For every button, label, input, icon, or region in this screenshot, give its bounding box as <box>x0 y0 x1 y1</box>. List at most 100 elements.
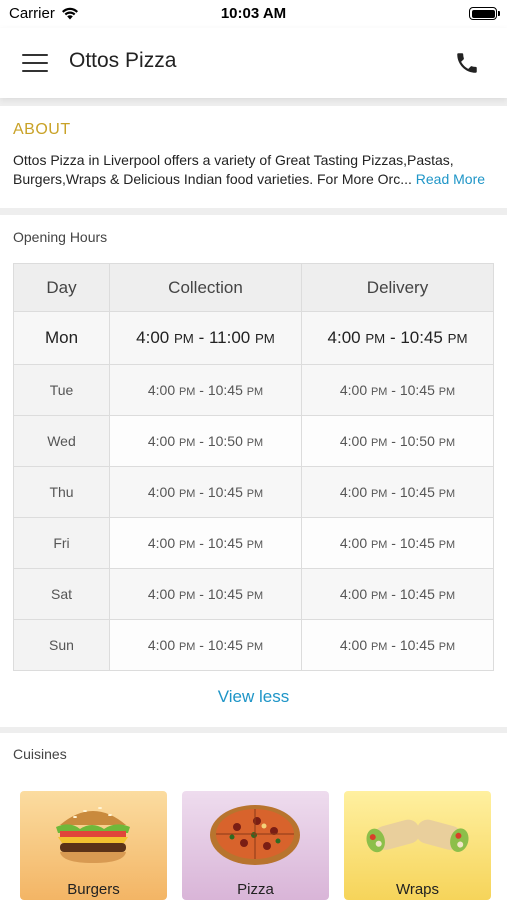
d-open-time: 4:00 <box>339 535 368 551</box>
d-close-ampm: PM <box>438 590 456 602</box>
collection-hours-cell: 4:00 PM - 10:45 PM <box>109 466 302 518</box>
column-header-collection: Collection <box>109 263 302 312</box>
d-open-ampm: PM <box>371 590 388 602</box>
d-open-ampm: PM <box>365 331 386 346</box>
c-close-time: 11:00 <box>208 328 251 347</box>
c-open-ampm: PM <box>179 641 196 653</box>
c-close-time: 10:45 <box>207 382 243 398</box>
about-line-1: Ottos Pizza in Liverpool offers a variet… <box>13 152 454 168</box>
day-cell: Fri <box>13 517 110 569</box>
column-header-delivery: Delivery <box>301 263 494 312</box>
cuisines-heading: Cuisines <box>13 746 67 762</box>
d-open-ampm: PM <box>371 539 388 551</box>
cuisine-label-burgers: Burgers <box>67 881 120 898</box>
collection-hours-cell: 4:00 PM - 10:45 PM <box>109 568 302 620</box>
section-divider <box>0 727 507 733</box>
d-close-ampm: PM <box>447 331 468 346</box>
delivery-hours-cell: 4:00 PM - 10:45 PM <box>301 568 494 620</box>
hamburger-menu-icon[interactable] <box>22 52 48 74</box>
table-row: Wed 4:00 PM - 10:50 PM 4:00 PM - 10:50 PM <box>13 415 494 467</box>
d-open-time: 4:00 <box>339 484 368 500</box>
c-close-time: 10:45 <box>207 535 243 551</box>
battery-icon <box>469 7 500 20</box>
d-close-time: 10:45 <box>399 535 435 551</box>
opening-hours-heading: Opening Hours <box>13 229 108 245</box>
cuisine-card-burgers[interactable]: Burgers <box>20 791 167 900</box>
c-close-time: 10:45 <box>207 484 243 500</box>
d-close-time: 10:50 <box>399 433 435 449</box>
about-description: Ottos Pizza in Liverpool offers a variet… <box>13 151 494 189</box>
c-open-ampm: PM <box>179 488 196 500</box>
opening-hours-table: Day Collection Delivery Mon 4:00 PM - 11:… <box>13 263 494 671</box>
c-close-time: 10:45 <box>207 637 243 653</box>
collection-hours-cell: 4:00 PM - 10:50 PM <box>109 415 302 467</box>
d-close-ampm: PM <box>438 488 456 500</box>
c-open-ampm: PM <box>173 331 194 346</box>
phone-icon[interactable] <box>454 50 480 76</box>
app-bar: Ottos Pizza <box>0 28 507 98</box>
d-close-ampm: PM <box>438 437 456 449</box>
c-close-ampm: PM <box>246 386 264 398</box>
cuisine-card-wraps[interactable]: Wraps <box>344 791 491 900</box>
status-bar: Carrier 10:03 AM <box>0 0 507 28</box>
d-open-time: 4:00 <box>339 637 368 653</box>
view-less-link[interactable]: View less <box>0 687 507 707</box>
table-row: Tue 4:00 PM - 10:45 PM 4:00 PM - 10:45 PM <box>13 364 494 416</box>
cuisine-cards: Burgers Pizza Wraps <box>20 791 491 900</box>
delivery-hours-cell: 4:00 PM - 10:50 PM <box>301 415 494 467</box>
table-row: Sat 4:00 PM - 10:45 PM 4:00 PM - 10:45 PM <box>13 568 494 620</box>
collection-hours-cell: 4:00 PM - 10:45 PM <box>109 619 302 671</box>
day-cell: Thu <box>13 466 110 518</box>
cuisine-label-pizza: Pizza <box>237 881 274 898</box>
d-open-time: 4:00 <box>327 328 361 347</box>
d-open-ampm: PM <box>371 488 388 500</box>
table-row: Mon 4:00 PM - 11:00 PM 4:00 PM - 10:45 PM <box>13 311 494 365</box>
c-close-ampm: PM <box>254 331 275 346</box>
c-close-ampm: PM <box>246 539 264 551</box>
cuisine-label-wraps: Wraps <box>395 881 440 898</box>
d-open-time: 4:00 <box>339 433 368 449</box>
table-header-row: Day Collection Delivery <box>13 263 494 312</box>
d-close-time: 10:45 <box>400 328 443 347</box>
c-open-ampm: PM <box>179 539 196 551</box>
day-cell: Sat <box>13 568 110 620</box>
c-open-time: 4:00 <box>147 535 176 551</box>
table-row: Fri 4:00 PM - 10:45 PM 4:00 PM - 10:45 PM <box>13 517 494 569</box>
c-open-time: 4:00 <box>136 328 170 347</box>
c-open-time: 4:00 <box>147 382 176 398</box>
d-open-ampm: PM <box>371 641 388 653</box>
c-close-time: 10:45 <box>207 586 243 602</box>
c-open-ampm: PM <box>179 437 196 449</box>
c-open-ampm: PM <box>179 590 196 602</box>
d-open-ampm: PM <box>371 437 388 449</box>
delivery-hours-cell: 4:00 PM - 10:45 PM <box>301 311 494 365</box>
d-close-time: 10:45 <box>399 382 435 398</box>
status-time: 10:03 AM <box>220 5 287 22</box>
read-more-link[interactable]: Read More <box>416 171 485 187</box>
delivery-hours-cell: 4:00 PM - 10:45 PM <box>301 466 494 518</box>
day-cell: Tue <box>13 364 110 416</box>
about-line-2-wrap: Burgers,Wraps & Delicious Indian food va… <box>13 170 494 189</box>
d-open-time: 4:00 <box>339 586 368 602</box>
column-header-day: Day <box>13 263 110 312</box>
c-close-ampm: PM <box>246 590 264 602</box>
c-close-time: 10:50 <box>207 433 243 449</box>
collection-hours-cell: 4:00 PM - 10:45 PM <box>109 517 302 569</box>
d-close-time: 10:45 <box>399 484 435 500</box>
cuisine-card-pizza[interactable]: Pizza <box>182 791 329 900</box>
delivery-hours-cell: 4:00 PM - 10:45 PM <box>301 517 494 569</box>
collection-hours-cell: 4:00 PM - 11:00 PM <box>109 311 302 365</box>
d-close-ampm: PM <box>438 641 456 653</box>
d-open-time: 4:00 <box>339 382 368 398</box>
about-line-2: Burgers,Wraps & Delicious Indian food va… <box>13 171 412 187</box>
table-row: Sun 4:00 PM - 10:45 PM 4:00 PM - 10:45 PM <box>13 619 494 671</box>
about-heading: ABOUT <box>13 121 71 138</box>
d-close-time: 10:45 <box>399 586 435 602</box>
c-open-time: 4:00 <box>147 484 176 500</box>
day-cell: Mon <box>13 311 110 365</box>
c-open-time: 4:00 <box>147 637 176 653</box>
d-close-ampm: PM <box>438 539 456 551</box>
d-close-ampm: PM <box>438 386 456 398</box>
c-close-ampm: PM <box>246 437 264 449</box>
section-divider <box>0 208 507 215</box>
